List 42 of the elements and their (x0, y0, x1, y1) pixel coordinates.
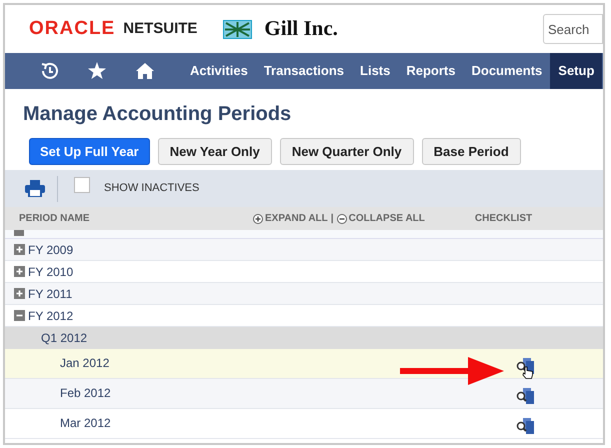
collapse-icon[interactable] (14, 310, 25, 321)
period-name[interactable]: FY 2010 (28, 262, 74, 280)
nav-tab[interactable]: Lists (352, 53, 398, 89)
collapse-all-link[interactable]: COLLAPSE ALL (348, 211, 425, 226)
button[interactable]: New Quarter Only (280, 138, 414, 165)
checklist-icon[interactable] (516, 388, 534, 404)
collapse-icon[interactable] (336, 214, 347, 224)
nav-tab[interactable]: Setup (550, 53, 602, 89)
checkbox-label: SHOW INACTIVES (104, 181, 200, 196)
table-row[interactable]: Feb 2012 (5, 379, 603, 409)
period-name[interactable]: FY 2012 (28, 306, 74, 324)
home-icon[interactable] (135, 62, 155, 80)
nav-tab[interactable]: Reports (398, 53, 464, 89)
search-field[interactable]: Search (543, 14, 603, 44)
company-logo-icon (223, 20, 252, 38)
table-row[interactable]: Jan 2012 (5, 349, 603, 379)
column-header: PERIOD NAME (19, 212, 91, 226)
period-name[interactable]: Mar 2012 (60, 414, 111, 432)
history-icon[interactable] (41, 62, 59, 80)
period-name[interactable]: FY 2011 (28, 284, 72, 302)
star-icon[interactable] (88, 62, 106, 80)
nav-tab[interactable]: Activities (182, 53, 256, 89)
period-name[interactable]: Feb 2012 (60, 384, 111, 402)
period-name[interactable]: FY 2009 (28, 240, 74, 258)
nav-tab[interactable]: Documents (463, 53, 550, 89)
checkbox[interactable] (74, 176, 90, 192)
hand-cursor-icon (522, 366, 533, 379)
nav-tab[interactable]: Transactions (256, 53, 352, 89)
expand-all-link[interactable]: EXPAND ALL (265, 211, 328, 226)
separator: | (330, 212, 334, 226)
page-title: Manage Accounting Periods (23, 102, 292, 127)
print-icon[interactable] (25, 180, 45, 197)
button[interactable]: Base Period (422, 138, 521, 165)
company-name: Gill Inc. (264, 15, 338, 42)
oracle-logo: ORACLE (29, 16, 116, 41)
primary-button[interactable]: Set Up Full Year (29, 138, 150, 165)
period-name[interactable]: Q1 2012 (41, 329, 88, 347)
checklist-icon[interactable] (516, 418, 534, 434)
netsuite-logo: NETSUITE (123, 18, 198, 39)
column-header: CHECKLIST (474, 212, 532, 226)
button[interactable]: New Year Only (158, 138, 272, 165)
period-name[interactable]: Jan 2012 (60, 354, 110, 372)
